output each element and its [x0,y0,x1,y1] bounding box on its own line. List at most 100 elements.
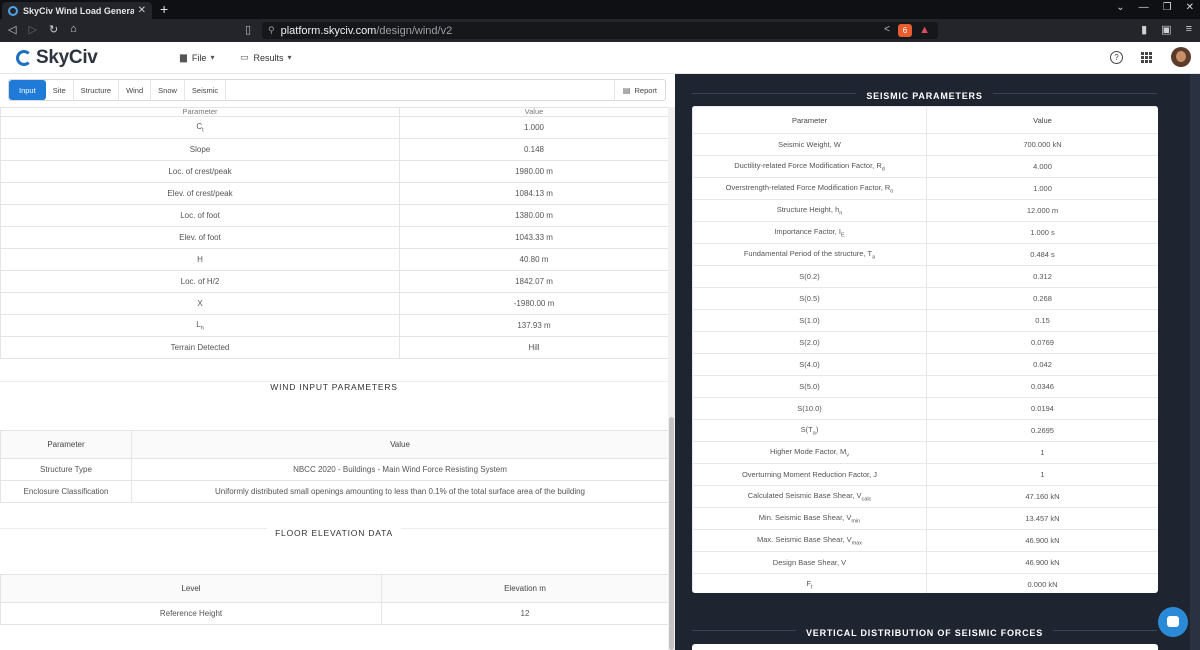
header-cell: Parameter [0,430,132,459]
cell-subscript: E [841,232,845,239]
tab-structure[interactable]: Structure [74,80,120,100]
table-row: Structure Type NBCC 2020 - Buildings - Ma… [0,458,668,481]
table-cell: Calculated Seismic Base Shear, Vcalc [692,485,927,508]
cell-text: 1980.00 m [515,167,553,176]
cell-text: Hill [528,343,540,352]
brave-rewards-icon[interactable]: ▲ [919,24,930,36]
chevron-down-icon: ▾ [210,53,215,62]
site-info-icon[interactable]: ⚲ [268,25,275,36]
cell-subscript: calc [861,496,872,503]
table-cell: 0.484 s [926,243,1158,266]
cell-text: Reference Height [159,609,223,618]
url-field[interactable]: ⚲ platform.skyciv.com /design/wind/v2 < … [262,22,938,39]
sidebar-icon[interactable]: ▮ [1141,23,1147,36]
cell-text: 0.312 [1033,272,1052,281]
minimize-icon[interactable]: — [1139,2,1149,13]
forward-icon[interactable]: ▷ [28,23,36,36]
table-cell: 1842.07 m [399,270,668,293]
cell-text: 0.042 [1033,360,1052,369]
table-cell: 1980.00 m [399,160,668,183]
table-row: S(1.0) 0.15 [692,309,1158,332]
menu-icon[interactable]: ≡ [1186,23,1192,36]
section-title-text: WIND INPUT PARAMETERS [262,382,406,392]
apps-grid-icon[interactable] [1141,52,1152,63]
cell-text: 0.0194 [1031,404,1054,413]
cell-text: Overstrength-related Force Modification … [725,182,891,192]
table-cell: Slope [0,138,400,161]
report-button[interactable]: ▤ Report [613,80,665,100]
input-scroll-area[interactable]: Parameter Value Ct 1.000 Slope 0.148 Loc. of… [0,107,668,650]
scrollbar[interactable] [668,107,675,650]
tab-seismic[interactable]: Seismic [185,80,227,100]
cell-text: Elev. of foot [179,233,221,242]
table-cell: 700.000 kN [926,133,1158,156]
tab-wind[interactable]: Wind [119,80,152,100]
avatar[interactable] [1171,47,1191,67]
reload-icon[interactable]: ↻ [49,23,58,36]
table-cell: Elev. of crest/peak [0,182,400,205]
tab-search-icon[interactable]: ⌄ [1116,2,1124,13]
cell-subscript: h [200,325,204,332]
table-row: Higher Mode Factor, Mv 1 [692,441,1158,464]
table-cell: 137.93 m [399,314,668,337]
share-icon[interactable]: < [884,24,890,35]
table-cell: Ductility-related Force Modification Fac… [692,155,927,178]
table-header-row: Level Elevation m [0,574,668,603]
close-window-icon[interactable]: ✕ [1186,2,1194,13]
cell-text: 0.0769 [1031,338,1054,347]
table-row: Seismic Weight, W 700.000 kN [692,133,1158,156]
cell-text: 0.268 [1033,294,1052,303]
brave-shields-icon[interactable]: 6 [898,24,912,37]
table-row: Ct 1.000 [0,116,668,139]
browser-nav: ◁ ▷ ↻ ⌂ [8,23,77,36]
cell-text: 1 [1040,470,1045,479]
back-icon[interactable]: ◁ [8,23,16,36]
tab-snow[interactable]: Snow [151,80,185,100]
cell-text: NBCC 2020 - Buildings - Main Wind Force … [293,465,507,474]
table-cell: 13.457 kN [926,507,1158,530]
chevron-down-icon: ▾ [287,53,292,62]
table-cell: Ft [692,573,927,593]
help-icon[interactable]: ? [1110,51,1123,64]
maximize-icon[interactable]: ❐ [1163,2,1172,13]
cell-subscript: t [202,127,204,134]
cell-subscript: o [890,188,894,195]
wallet-icon[interactable]: ▣ [1161,23,1171,36]
table-cell: 47.160 kN [926,485,1158,508]
bookmark-icon[interactable]: ▯ [245,23,251,36]
skyciv-favicon-icon [8,5,18,16]
cell-text: 137.93 m [517,321,551,330]
cell-text: 1380.00 m [515,211,553,220]
floor-elevation-section-title: FLOOR ELEVATION DATA [0,503,668,539]
table-row: Min. Seismic Base Shear, Vmin 13.457 kN [692,507,1158,530]
results-menu[interactable]: ▭ Results ▾ [240,52,292,63]
section-title-text: VERTICAL DISTRIBUTION OF SEISMIC FORCES [795,628,1054,638]
left-panel: Input Site Structure Wind Snow Seismic ▤… [0,74,675,650]
file-menu[interactable]: ▆ File ▾ [180,52,214,63]
home-icon[interactable]: ⌂ [70,23,77,36]
tab-input[interactable]: Input [9,80,46,100]
vertical-distribution-card [692,644,1158,650]
logo-text: SkyCiv [36,47,98,68]
browser-right-controls: ▮ ▣ ≡ [1141,23,1192,36]
cell-text: S(0.5) [799,294,820,303]
skyciv-logo[interactable]: SkyCiv [16,47,98,69]
table-cell: Structure Type [0,458,132,481]
cell-text: Elev. of crest/peak [167,189,233,198]
table-cell: Overstrength-related Force Modification … [692,177,927,200]
table-cell: 0.0769 [926,331,1158,354]
table-cell: 0.2695 [926,419,1158,442]
cell-text: Higher Mode Factor, M [769,446,847,456]
table-cell: Reference Height [0,602,382,625]
table-cell: Loc. of foot [0,204,400,227]
tab-site[interactable]: Site [46,80,74,100]
cell-text: S(0.2) [799,272,820,281]
browser-tab[interactable]: SkyCiv Wind Load Generator | ✕ [2,2,152,19]
new-tab-icon[interactable]: + [160,1,168,17]
chat-support-icon[interactable] [1158,607,1188,637]
tab-close-icon[interactable]: ✕ [138,5,146,16]
cell-text: 40.80 m [519,255,549,264]
scrollbar-thumb[interactable] [669,417,674,650]
skyciv-logo-icon [16,50,32,66]
cell-text: 1084.13 m [515,189,553,198]
